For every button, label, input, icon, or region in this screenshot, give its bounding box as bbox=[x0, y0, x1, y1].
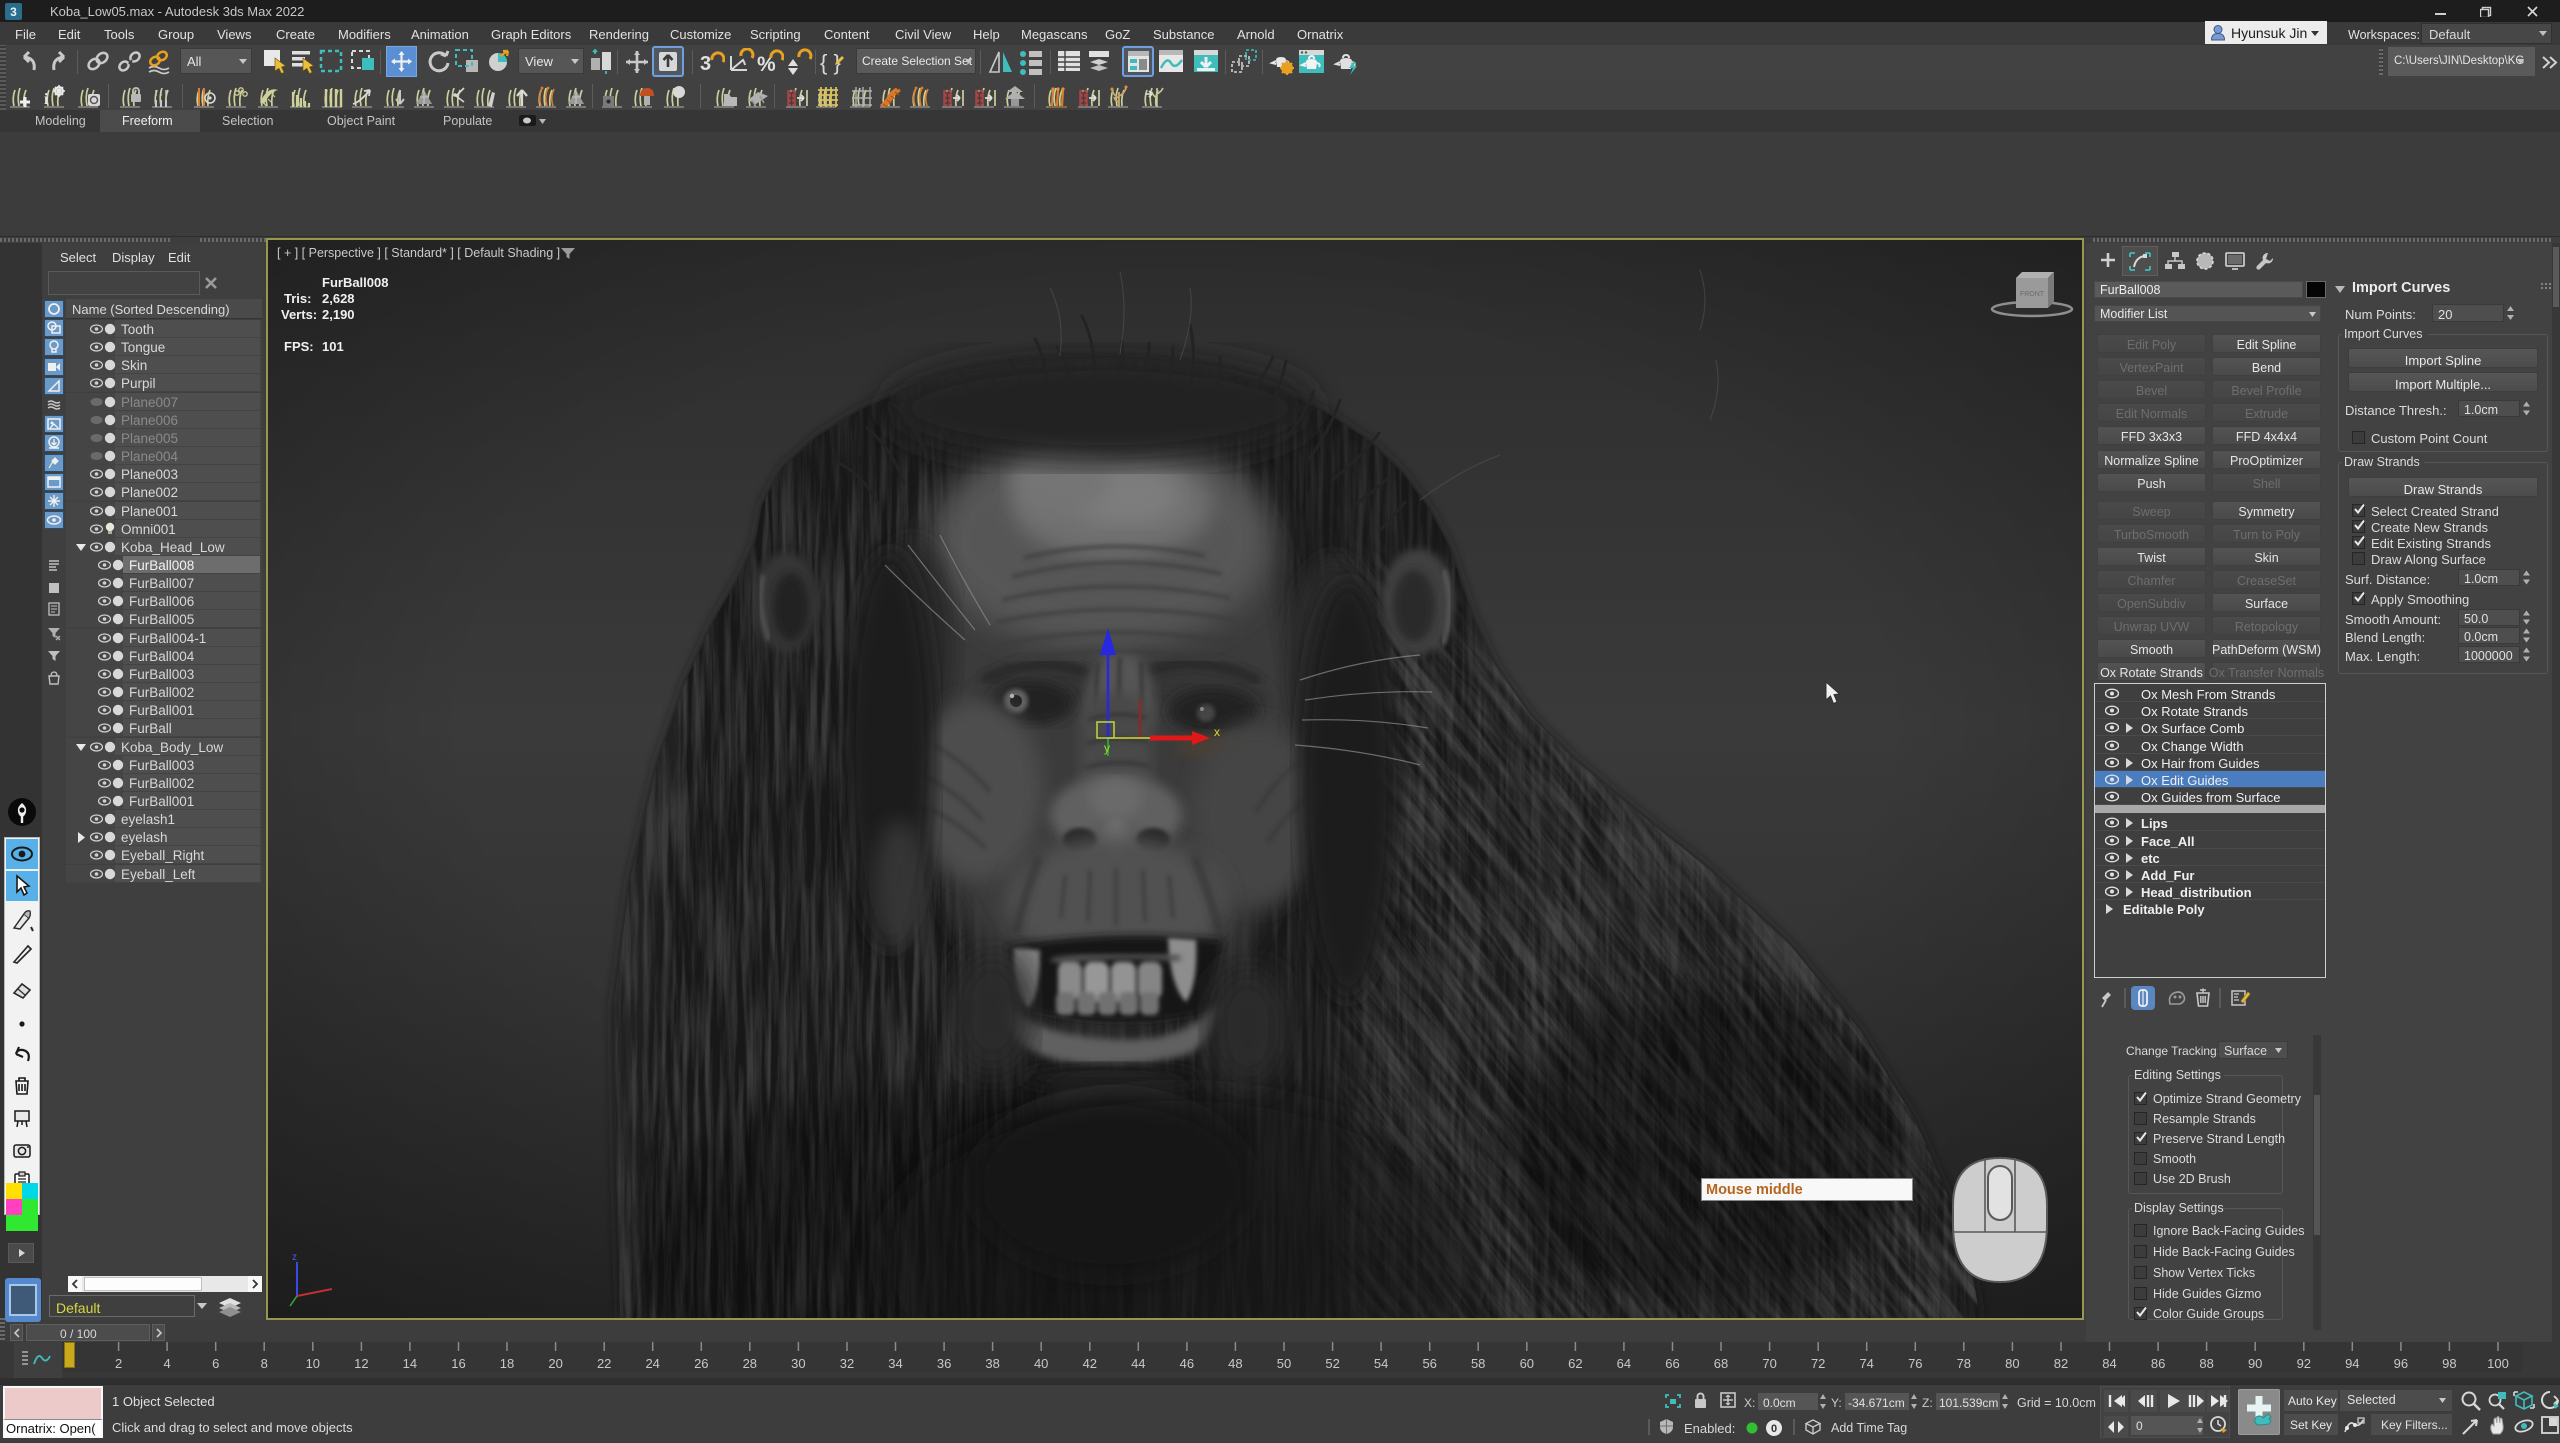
svg-text:28: 28 bbox=[743, 1356, 757, 1371]
svg-text:8: 8 bbox=[261, 1356, 268, 1371]
svg-text:i: i bbox=[44, 91, 49, 108]
svg-text:32: 32 bbox=[840, 1356, 854, 1371]
svg-text:74: 74 bbox=[1859, 1356, 1873, 1371]
svg-text:62: 62 bbox=[1568, 1356, 1582, 1371]
svg-text:16: 16 bbox=[451, 1356, 465, 1371]
svg-text:26: 26 bbox=[694, 1356, 708, 1371]
svg-text:80: 80 bbox=[2005, 1356, 2019, 1371]
svg-text:3: 3 bbox=[10, 5, 17, 19]
svg-text:22: 22 bbox=[597, 1356, 611, 1371]
svg-text:46: 46 bbox=[1180, 1356, 1194, 1371]
svg-text:90: 90 bbox=[2248, 1356, 2262, 1371]
svg-text:70: 70 bbox=[1762, 1356, 1776, 1371]
svg-text:52: 52 bbox=[1325, 1356, 1339, 1371]
svg-text:y: y bbox=[1104, 741, 1110, 755]
svg-text:36: 36 bbox=[937, 1356, 951, 1371]
svg-text:50: 50 bbox=[1277, 1356, 1291, 1371]
svg-text:30: 30 bbox=[791, 1356, 805, 1371]
svg-text:24: 24 bbox=[645, 1356, 659, 1371]
svg-text:96: 96 bbox=[2394, 1356, 2408, 1371]
svg-text:0: 0 bbox=[1771, 1423, 1777, 1435]
svg-text:84: 84 bbox=[2102, 1356, 2116, 1371]
svg-text:60: 60 bbox=[1520, 1356, 1534, 1371]
svg-text:72: 72 bbox=[1811, 1356, 1825, 1371]
svg-text:FRONT: FRONT bbox=[2020, 291, 2045, 298]
svg-text:98: 98 bbox=[2442, 1356, 2456, 1371]
svg-text:6: 6 bbox=[212, 1356, 219, 1371]
svg-text:40: 40 bbox=[1034, 1356, 1048, 1371]
svg-text:76: 76 bbox=[1908, 1356, 1922, 1371]
svg-text:14: 14 bbox=[403, 1356, 417, 1371]
svg-text:100: 100 bbox=[2487, 1356, 2509, 1371]
svg-text:4: 4 bbox=[163, 1356, 170, 1371]
svg-text:38: 38 bbox=[985, 1356, 999, 1371]
svg-text:92: 92 bbox=[2297, 1356, 2311, 1371]
svg-text:z: z bbox=[292, 1252, 297, 1263]
svg-text:86: 86 bbox=[2151, 1356, 2165, 1371]
svg-text:88: 88 bbox=[2199, 1356, 2213, 1371]
svg-text:54: 54 bbox=[1374, 1356, 1388, 1371]
svg-text:56: 56 bbox=[1422, 1356, 1436, 1371]
svg-text:94: 94 bbox=[2345, 1356, 2359, 1371]
svg-text:3: 3 bbox=[700, 53, 711, 75]
svg-text:2: 2 bbox=[115, 1356, 122, 1371]
svg-text:x: x bbox=[1214, 725, 1220, 739]
svg-text:44: 44 bbox=[1131, 1356, 1145, 1371]
svg-text:42: 42 bbox=[1083, 1356, 1097, 1371]
svg-text:%: % bbox=[757, 53, 776, 76]
svg-text:10: 10 bbox=[306, 1356, 320, 1371]
svg-text:58: 58 bbox=[1471, 1356, 1485, 1371]
svg-text:34: 34 bbox=[888, 1356, 902, 1371]
svg-text:20: 20 bbox=[548, 1356, 562, 1371]
svg-text:68: 68 bbox=[1714, 1356, 1728, 1371]
svg-text:48: 48 bbox=[1228, 1356, 1242, 1371]
svg-text:78: 78 bbox=[1957, 1356, 1971, 1371]
svg-text:82: 82 bbox=[2054, 1356, 2068, 1371]
svg-text:18: 18 bbox=[500, 1356, 514, 1371]
svg-text:66: 66 bbox=[1665, 1356, 1679, 1371]
svg-text:12: 12 bbox=[354, 1356, 368, 1371]
svg-text:64: 64 bbox=[1617, 1356, 1631, 1371]
